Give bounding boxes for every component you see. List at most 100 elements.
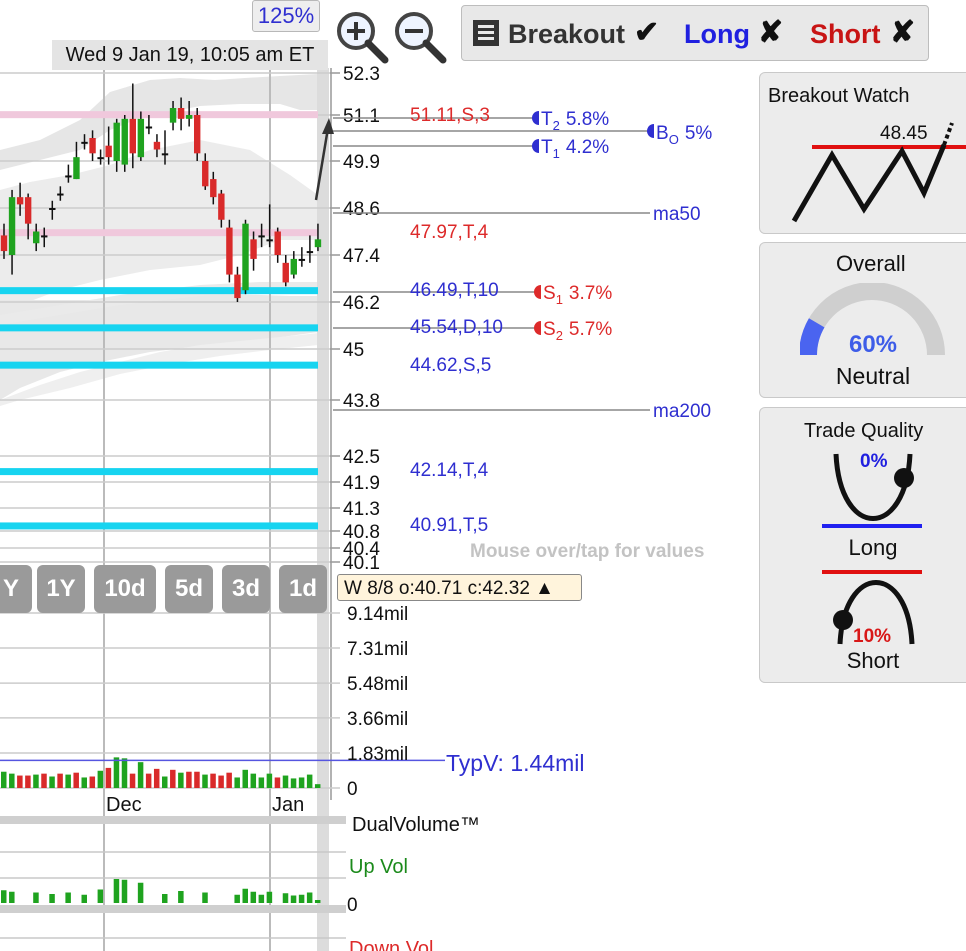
candle-body — [314, 239, 322, 248]
candle-body — [194, 115, 201, 154]
annotation-45-54: 45.54,D,10 — [410, 317, 503, 338]
volume-bar — [65, 774, 71, 788]
target-bo: BO 5% — [656, 123, 712, 147]
volume-bar — [97, 770, 104, 788]
zoom-out-button[interactable] — [391, 8, 449, 66]
range-button-1d[interactable]: 1d — [279, 565, 327, 613]
menu-icon[interactable] — [472, 19, 500, 47]
zoom-out-icon — [395, 12, 447, 64]
volume-bar — [250, 773, 257, 788]
candle-body — [169, 108, 177, 123]
candle-body — [41, 235, 48, 238]
volume-tick-label: 7.31mil — [347, 639, 408, 660]
range-button-5d[interactable]: 5d — [165, 565, 213, 613]
volume-bar — [258, 777, 265, 788]
up-volume-bar — [266, 891, 273, 903]
candle-body — [0, 235, 8, 252]
candle-body — [137, 118, 145, 158]
zoom-in-button[interactable] — [333, 8, 391, 66]
breakout-check-icon: ✔ — [634, 16, 660, 49]
volume-bar — [41, 773, 47, 788]
up-volume-bar — [162, 894, 168, 903]
volume-bar — [17, 775, 23, 788]
month-label-jan: Jan — [272, 794, 304, 816]
up-volume-bar — [306, 892, 313, 903]
price-tick-label: 51.1 — [343, 106, 380, 127]
trade-quality-panel[interactable]: Trade Quality 0% Long 10% Short — [759, 407, 966, 683]
ma200-label: ma200 — [653, 401, 711, 422]
volume-bar — [9, 773, 15, 788]
volume-bar — [234, 777, 240, 788]
price-tick-label: 43.8 — [343, 391, 380, 412]
up-volume-bar — [137, 882, 144, 903]
candle-body — [282, 262, 289, 283]
price-tick-label: 41.9 — [343, 473, 380, 494]
short-cross-icon: ✘ — [890, 16, 916, 49]
volume-bar — [25, 775, 31, 788]
long-quality-percent: 0% — [860, 451, 888, 472]
breakout-watch-title: Breakout Watch — [768, 85, 910, 107]
up-volume-bar — [97, 889, 104, 903]
up-volume-bar — [202, 892, 208, 903]
long-toggle[interactable]: Long — [684, 18, 750, 50]
dual-volume-zero-label: 0 — [347, 895, 358, 916]
dual-volume-divider — [0, 816, 346, 824]
candle-body — [298, 258, 306, 261]
short-toggle[interactable]: Short — [810, 18, 881, 50]
volume-bar — [89, 776, 96, 788]
candle-body — [49, 208, 56, 210]
candle-body — [234, 274, 241, 299]
volume-bar — [113, 757, 120, 788]
bar-info-tooltip: W 8/8 o:40.71 c:42.32 ▲ — [337, 574, 582, 601]
candle-body — [145, 126, 153, 129]
volume-bar — [105, 767, 112, 788]
range-button-1y[interactable]: 1Y — [37, 565, 85, 613]
overall-title: Overall — [836, 251, 906, 276]
volume-bar — [266, 773, 273, 788]
volume-bar — [145, 773, 152, 788]
candle-body — [73, 157, 80, 180]
volume-bar — [194, 771, 200, 788]
volume-bar — [218, 775, 224, 788]
volume-bar — [226, 772, 232, 788]
price-tick-label: 47.4 — [343, 246, 380, 267]
candle-body — [210, 179, 217, 198]
overall-label: Neutral — [835, 363, 911, 389]
ma50-label: ma50 — [653, 204, 701, 225]
up-volume-bar — [314, 900, 321, 903]
volume-bar — [137, 762, 144, 788]
short-quality-label: Short — [846, 648, 900, 673]
overall-panel[interactable]: Overall 60% Neutral — [759, 242, 966, 398]
candle-body — [8, 197, 16, 255]
candle-body — [242, 223, 249, 291]
target-t1: T1 4.2% — [541, 137, 609, 161]
candle-body — [113, 122, 120, 161]
candle-body — [226, 227, 233, 275]
price-tick-label: 41.3 — [343, 499, 380, 520]
chart-timestamp: Wed 9 Jan 19, 10:05 am ET — [52, 40, 328, 70]
price-tick-label: 46.2 — [343, 293, 380, 314]
target-t2: T2 5.8% — [541, 109, 609, 133]
range-button-3d[interactable]: 3d — [222, 565, 270, 613]
volume-bar — [242, 769, 248, 788]
candle-body — [290, 258, 297, 275]
dual-volume-zero-band — [0, 905, 346, 913]
range-button-10d[interactable]: 10d — [94, 565, 156, 613]
volume-bar — [290, 778, 297, 788]
volume-bar — [57, 773, 63, 788]
volume-bar — [314, 784, 321, 788]
price-tick-label: 42.5 — [343, 447, 380, 468]
range-button-y[interactable]: Y — [0, 565, 32, 613]
price-tick-label: 49.9 — [343, 152, 380, 173]
candle-body — [81, 141, 88, 144]
annotation-42-14: 42.14,T,4 — [410, 460, 489, 481]
zoom-in-icon — [337, 12, 389, 64]
volume-tick-label: 3.66mil — [347, 709, 408, 730]
target-lines — [333, 117, 650, 411]
breakout-watch-panel[interactable]: Breakout Watch 48.45 — [759, 72, 966, 234]
volume-bar — [73, 772, 79, 788]
candle-body — [57, 193, 64, 196]
breakout-toggle[interactable]: Breakout — [508, 18, 625, 50]
candle-body — [24, 197, 32, 224]
candle-body — [266, 239, 273, 242]
